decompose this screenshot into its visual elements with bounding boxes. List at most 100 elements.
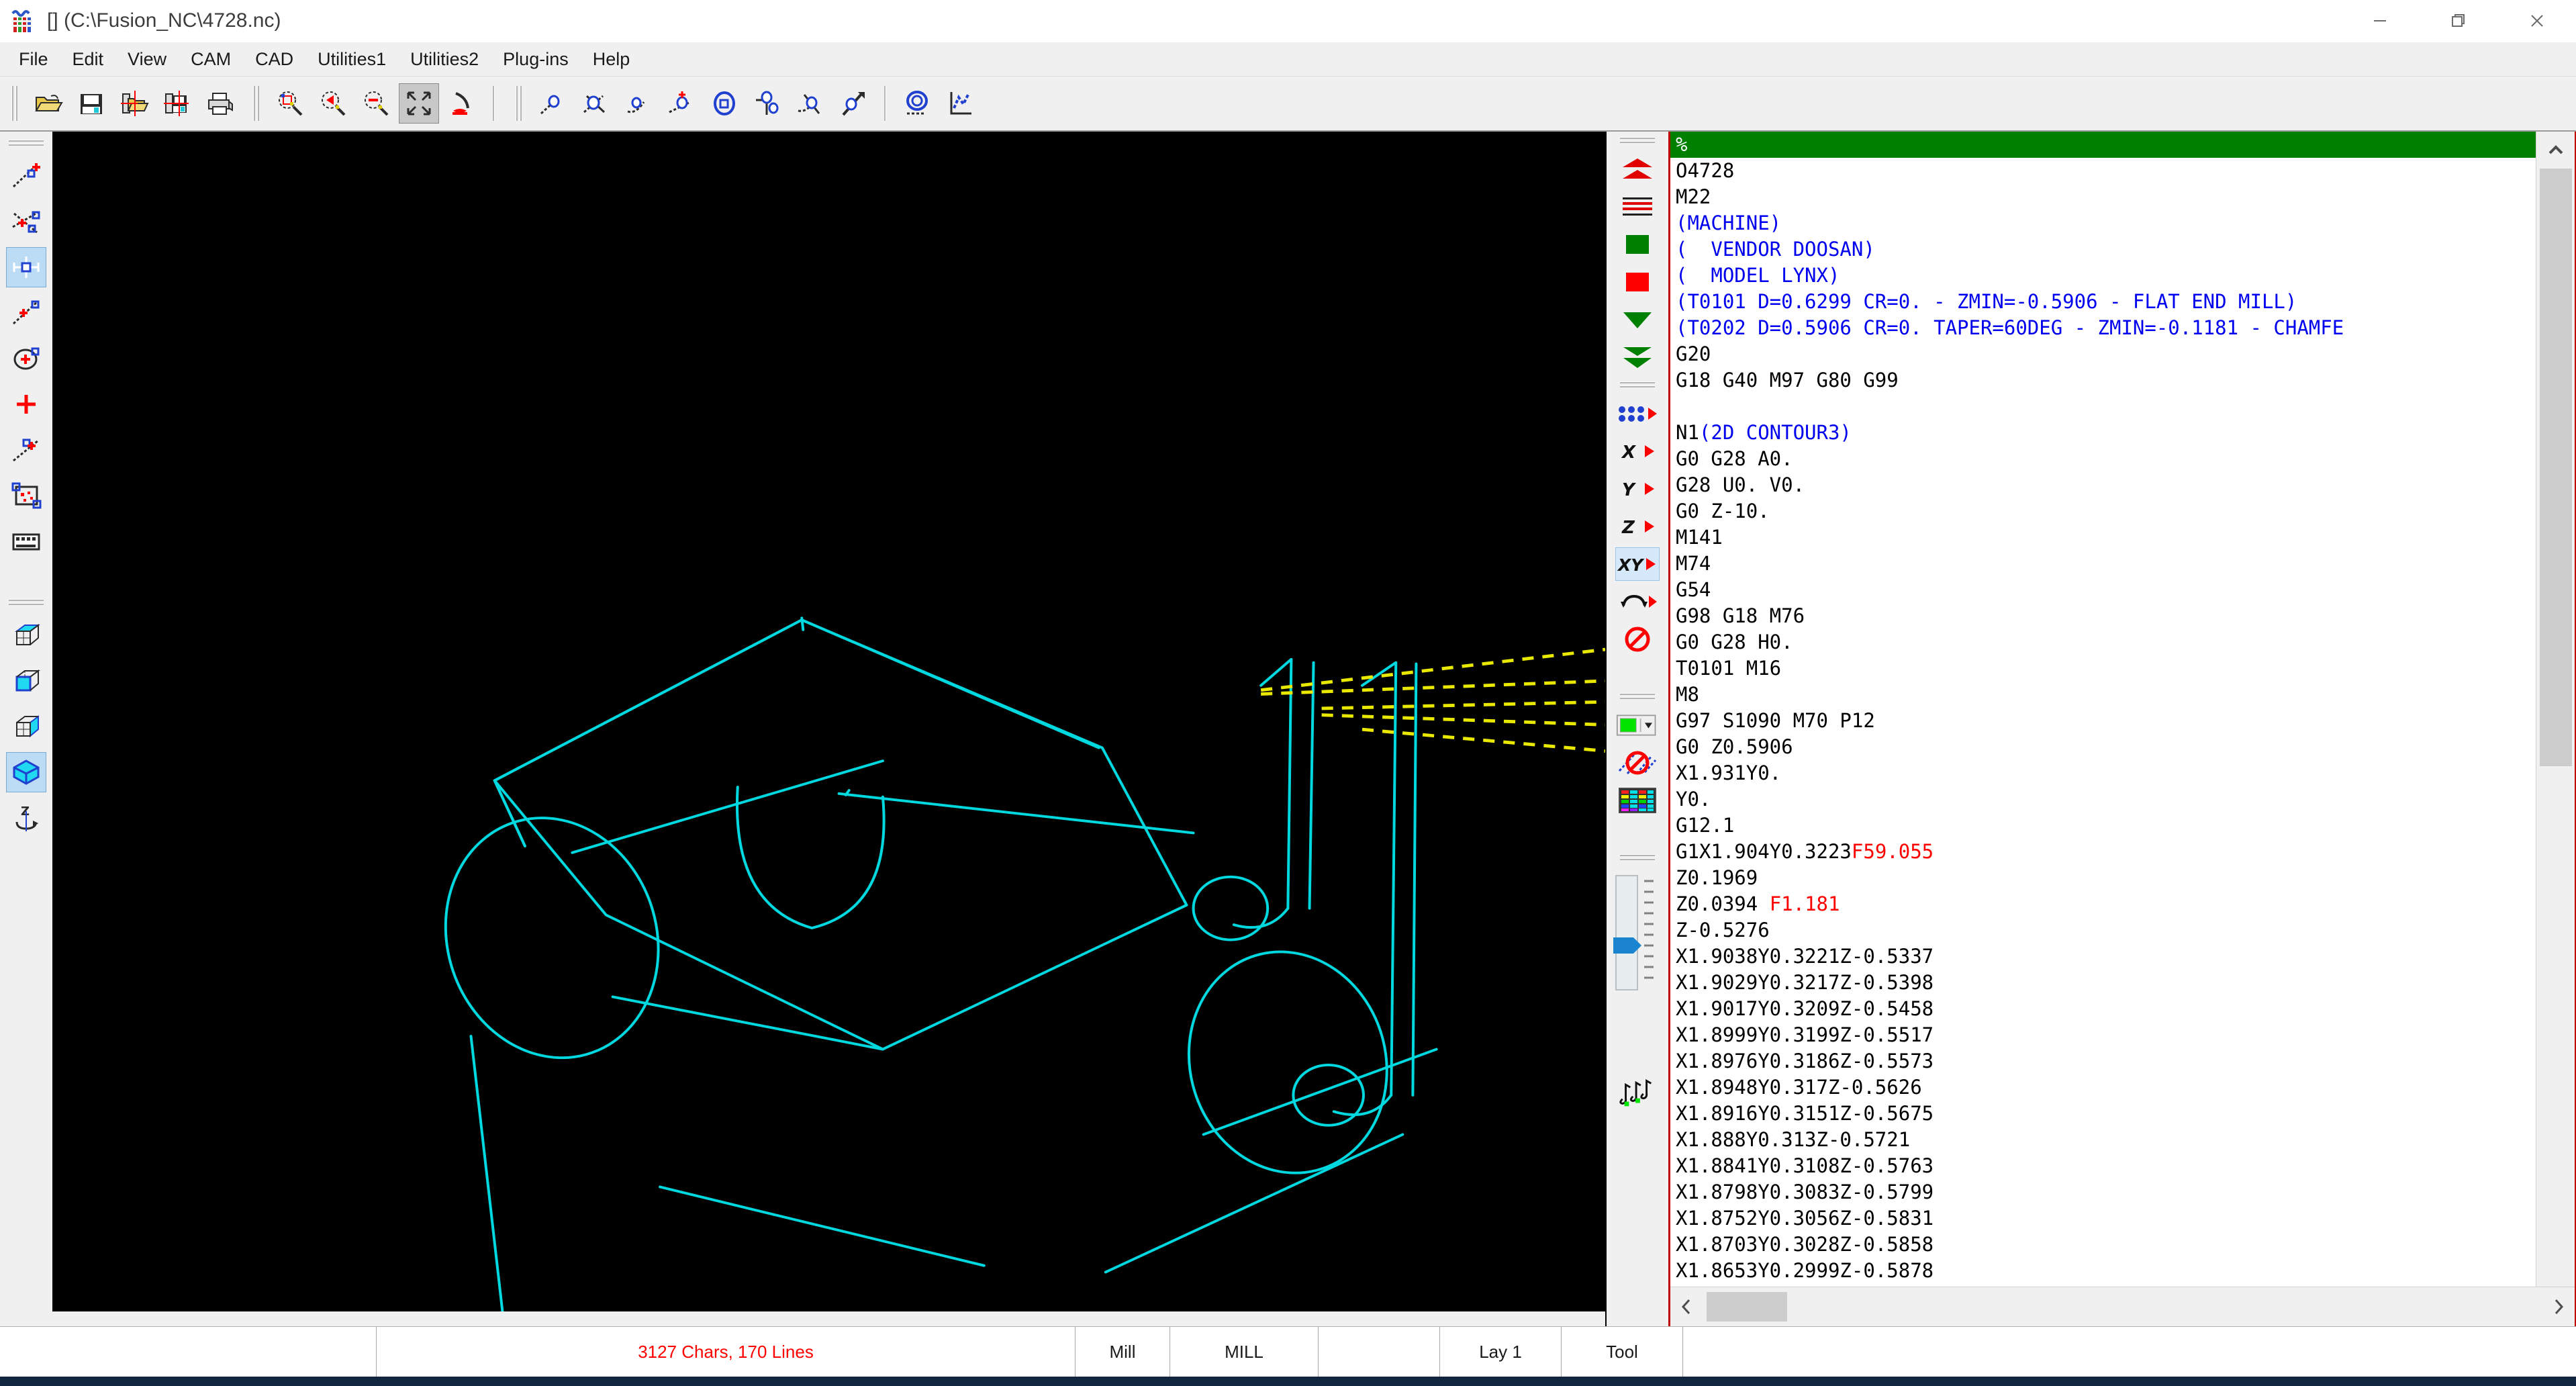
step-back-icon[interactable] (1615, 190, 1660, 224)
node-endpoint-icon[interactable] (618, 83, 659, 124)
minimize-button[interactable] (2340, 0, 2419, 42)
node-arrow-icon[interactable] (833, 83, 873, 124)
play-green-icon[interactable] (1615, 228, 1660, 261)
zoom-out-icon[interactable] (356, 83, 396, 124)
mid-toolbar-grip-3[interactable] (1620, 692, 1655, 701)
code-line[interactable]: G28 U0. V0. (1670, 472, 2536, 498)
scroll-thumb-horizontal[interactable] (1707, 1292, 1787, 1322)
toolbar-grip-3[interactable] (514, 86, 524, 121)
rewind-start-icon[interactable] (1615, 152, 1660, 186)
code-line[interactable] (1670, 394, 2536, 420)
code-line[interactable]: (T0202 D=0.5906 CR=0. TAPER=60DEG - ZMIN… (1670, 315, 2536, 341)
midpoint-snap-icon[interactable] (6, 247, 46, 287)
scroll-left-button[interactable] (1670, 1287, 1703, 1326)
dynamic-rotate-icon[interactable] (442, 83, 482, 124)
mid-toolbar-grip[interactable] (1620, 136, 1655, 145)
code-line[interactable]: X1.8948Y0.317Z-0.5626 (1670, 1074, 2536, 1101)
scroll-right-button[interactable] (2542, 1287, 2575, 1326)
menu-cam[interactable]: CAM (179, 46, 243, 73)
view-front-icon[interactable] (6, 661, 46, 701)
code-line[interactable]: X1.8841Y0.3108Z-0.5763 (1670, 1153, 2536, 1179)
code-line[interactable]: X1.8976Y0.3186Z-0.5573 (1670, 1048, 2536, 1074)
view-top-icon[interactable] (6, 615, 46, 655)
code-line[interactable]: X1.8916Y0.3151Z-0.5675 (1670, 1101, 2536, 1127)
play-down-icon[interactable] (1615, 303, 1660, 336)
axis-y-icon[interactable]: Y (1615, 472, 1660, 506)
fast-forward-end-icon[interactable] (1615, 340, 1660, 374)
code-line[interactable]: (MACHINE) (1670, 210, 2536, 236)
node-add-icon[interactable] (661, 83, 702, 124)
code-line[interactable]: M22 (1670, 184, 2536, 210)
circle-center-icon[interactable] (6, 338, 46, 379)
code-horizontal-scrollbar[interactable] (1670, 1287, 2575, 1326)
code-line[interactable]: X1.8703Y0.3028Z-0.5858 (1670, 1232, 2536, 1258)
code-line[interactable]: M8 (1670, 682, 2536, 708)
code-line[interactable]: Z0.0394 F1.181 (1670, 891, 2536, 917)
scroll-up-button[interactable] (2536, 132, 2575, 169)
no-entry-icon[interactable] (1615, 622, 1660, 656)
crosshair-point-icon[interactable] (6, 384, 46, 424)
scroll-thumb-vertical[interactable] (2539, 169, 2572, 766)
left-toolbar-grip-2[interactable] (9, 598, 44, 607)
speed-slider[interactable] (1612, 872, 1663, 1073)
code-line[interactable]: N1(2D CONTOUR3) (1670, 420, 2536, 446)
code-line[interactable]: Z-0.5276 (1670, 917, 2536, 943)
code-line[interactable]: % (1670, 132, 2536, 158)
code-line[interactable]: G97 S1090 M70 P12 (1670, 708, 2536, 734)
nc-code-editor[interactable]: % O4728 M22 (MACHINE) ( VENDOR DOOSAN) ( MODE… (1670, 132, 2536, 1287)
mid-toolbar-grip-4[interactable] (1620, 853, 1655, 862)
color-swatch-green-icon[interactable] (1615, 708, 1660, 742)
printer-icon[interactable] (200, 83, 240, 124)
code-line[interactable]: O4728 (1670, 158, 2536, 184)
code-line[interactable]: G12.1 (1670, 813, 2536, 839)
save-compare-icon[interactable] (157, 83, 197, 124)
code-line[interactable]: X1.8999Y0.3199Z-0.5517 (1670, 1022, 2536, 1048)
rotate-z-icon[interactable]: Z (6, 798, 46, 838)
code-line[interactable]: (T0101 D=0.6299 CR=0. - ZMIN=-0.5906 - F… (1670, 289, 2536, 315)
zoom-in-icon[interactable] (313, 83, 353, 124)
code-line[interactable]: G0 G28 A0. (1670, 446, 2536, 472)
line-intersection-icon[interactable] (6, 201, 46, 242)
scroll-track-vertical[interactable] (2539, 766, 2572, 1287)
rotate-axis-icon[interactable] (1615, 585, 1660, 618)
backplot-viewport[interactable] (52, 132, 1605, 1311)
code-line[interactable]: ( MODEL LYNX) (1670, 263, 2536, 289)
axis-xy-icon[interactable]: XY (1615, 547, 1660, 581)
code-line[interactable]: X1.8798Y0.3083Z-0.5799 (1670, 1179, 2536, 1205)
node-cross-icon[interactable] (790, 83, 830, 124)
code-line[interactable]: T0101 M16 (1670, 655, 2536, 682)
line-midpoint-icon[interactable] (6, 293, 46, 333)
bounding-box-icon[interactable] (6, 475, 46, 516)
code-line[interactable]: X1.8752Y0.3056Z-0.5831 (1670, 1205, 2536, 1232)
left-toolbar-grip[interactable] (9, 138, 44, 148)
color-table-icon[interactable] (1615, 784, 1660, 817)
code-line[interactable]: X1.9038Y0.3221Z-0.5337 (1670, 943, 2536, 970)
toolbar-grip[interactable] (9, 86, 20, 121)
backplot-circle-icon[interactable] (897, 83, 937, 124)
code-line[interactable]: G98 G18 M76 (1670, 603, 2536, 629)
node-center-icon[interactable] (704, 83, 745, 124)
code-line[interactable]: G0 Z0.5906 (1670, 734, 2536, 760)
menu-edit[interactable]: Edit (60, 46, 116, 73)
toolbar-grip-2[interactable] (251, 86, 262, 121)
code-line[interactable]: X1.9017Y0.3209Z-0.5458 (1670, 996, 2536, 1022)
code-line[interactable]: X1.8653Y0.2999Z-0.5878 (1670, 1258, 2536, 1284)
zoom-fit-icon[interactable] (399, 83, 439, 124)
code-vertical-scrollbar[interactable] (2536, 132, 2575, 1287)
code-line[interactable]: X1.9029Y0.3217Z-0.5398 (1670, 970, 2536, 996)
code-line[interactable]: G0 Z-10. (1670, 498, 2536, 524)
menu-help[interactable]: Help (581, 46, 642, 73)
node-point-icon[interactable] (532, 83, 573, 124)
axis-x-icon[interactable]: X (1615, 434, 1660, 468)
code-line[interactable]: G18 G40 M97 G80 G99 (1670, 367, 2536, 394)
code-line[interactable]: Z0.1969 (1670, 865, 2536, 891)
line-endpoint-plus-icon[interactable] (6, 156, 46, 196)
line-start-icon[interactable] (6, 430, 46, 470)
code-line[interactable]: X1.931Y0. (1670, 760, 2536, 786)
mid-toolbar-grip-2[interactable] (1620, 380, 1655, 389)
hide-toolpath-icon[interactable] (1615, 746, 1660, 780)
code-line[interactable]: X1.888Y0.313Z-0.5721 (1670, 1127, 2536, 1153)
code-line[interactable]: M74 (1670, 551, 2536, 577)
save-disk-icon[interactable] (71, 83, 111, 124)
axis-z-icon[interactable]: Z (1615, 510, 1660, 543)
